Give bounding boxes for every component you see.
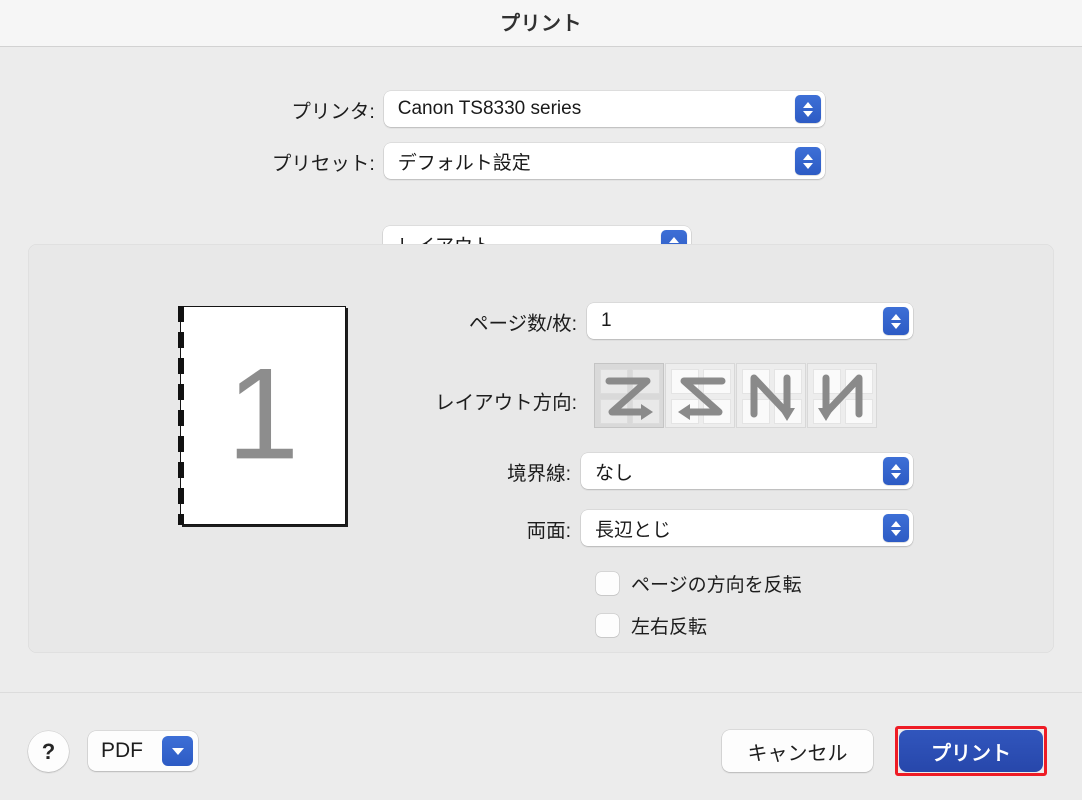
chevron-up-icon [891,313,901,320]
footer-divider [0,692,1082,693]
preview-binding-edge [178,306,184,525]
layout-direction-label: レイアウト方向: [435,392,577,414]
chevron-up-icon [891,463,901,470]
chevron-down-icon [803,110,813,117]
chevron-up-icon [803,153,813,160]
preset-row: プリセット: デフォルト設定 [240,143,825,179]
title-bar: プリント [0,0,1082,47]
printer-select[interactable]: Canon TS8330 series [383,91,825,127]
preview-page: 1 [180,306,346,525]
two-sided-value: 長辺とじ [595,519,672,541]
two-sided-select[interactable]: 長辺とじ [581,510,913,546]
border-value: なし [595,462,634,484]
pages-per-sheet-label: ページ数/枚: [469,312,577,335]
layout-direction-option-1[interactable] [594,363,664,428]
printer-row: プリンタ: Canon TS8330 series [240,91,825,127]
flip-horizontally-checkbox[interactable] [596,614,619,637]
direction-z-right-icon [605,377,653,420]
reverse-orientation-label: ページの方向を反転 [631,575,802,596]
chevron-updown-icon[interactable] [883,307,909,335]
pages-per-sheet-row: ページ数/枚: 1 [450,303,920,339]
flip-horizontally-label: 左右反転 [631,617,708,638]
border-select[interactable]: なし [581,453,913,489]
preset-select[interactable]: デフォルト設定 [383,143,825,179]
chevron-down-icon [803,162,813,169]
direction-n-up-icon [750,374,795,421]
pages-per-sheet-value: 1 [601,310,612,331]
layout-direction-group [594,363,877,428]
pages-per-sheet-select[interactable]: 1 [587,303,913,339]
chevron-up-icon [891,520,901,527]
print-button[interactable]: プリント [899,730,1043,772]
two-sided-label: 両面: [526,519,571,542]
reverse-orientation-row[interactable]: ページの方向を反転 [596,570,802,597]
pdf-button[interactable]: PDF [88,731,198,771]
help-button[interactable]: ? [28,731,69,772]
preview-page-number: 1 [226,339,300,486]
reverse-orientation-checkbox[interactable] [596,572,619,595]
layout-direction-option-2[interactable] [665,363,735,428]
preset-value: デフォルト設定 [397,152,531,174]
printer-value: Canon TS8330 series [397,98,582,119]
border-label: 境界線: [507,462,571,485]
chevron-updown-icon[interactable] [795,95,821,123]
chevron-down-icon [891,529,901,536]
page-title: プリント [500,13,582,35]
chevron-up-icon [669,236,679,243]
print-preview: 1 [178,306,348,527]
cancel-button[interactable]: キャンセル [722,730,873,772]
layout-direction-option-4[interactable] [807,363,877,428]
chevron-updown-icon[interactable] [795,147,821,175]
pdf-button-label: PDF [101,739,143,762]
chevron-down-icon[interactable] [162,736,193,766]
direction-n-down-icon [818,374,863,421]
two-sided-row: 両面: 長辺とじ [460,510,930,546]
flip-horizontally-row[interactable]: 左右反転 [596,612,707,639]
chevron-down-glyph [171,747,184,755]
chevron-down-icon [891,322,901,329]
chevron-updown-icon[interactable] [883,457,909,485]
preset-label: プリセット: [271,152,375,175]
layout-direction-option-3[interactable] [736,363,806,428]
chevron-down-icon [891,472,901,479]
print-dialog: プリント プリンタ: Canon TS8330 series プリセット: デフ… [0,0,1082,800]
chevron-updown-icon[interactable] [883,514,909,542]
chevron-up-icon [803,101,813,108]
direction-z-left-icon [678,377,726,420]
printer-label: プリンタ: [291,100,375,123]
border-row: 境界線: なし [460,453,930,489]
